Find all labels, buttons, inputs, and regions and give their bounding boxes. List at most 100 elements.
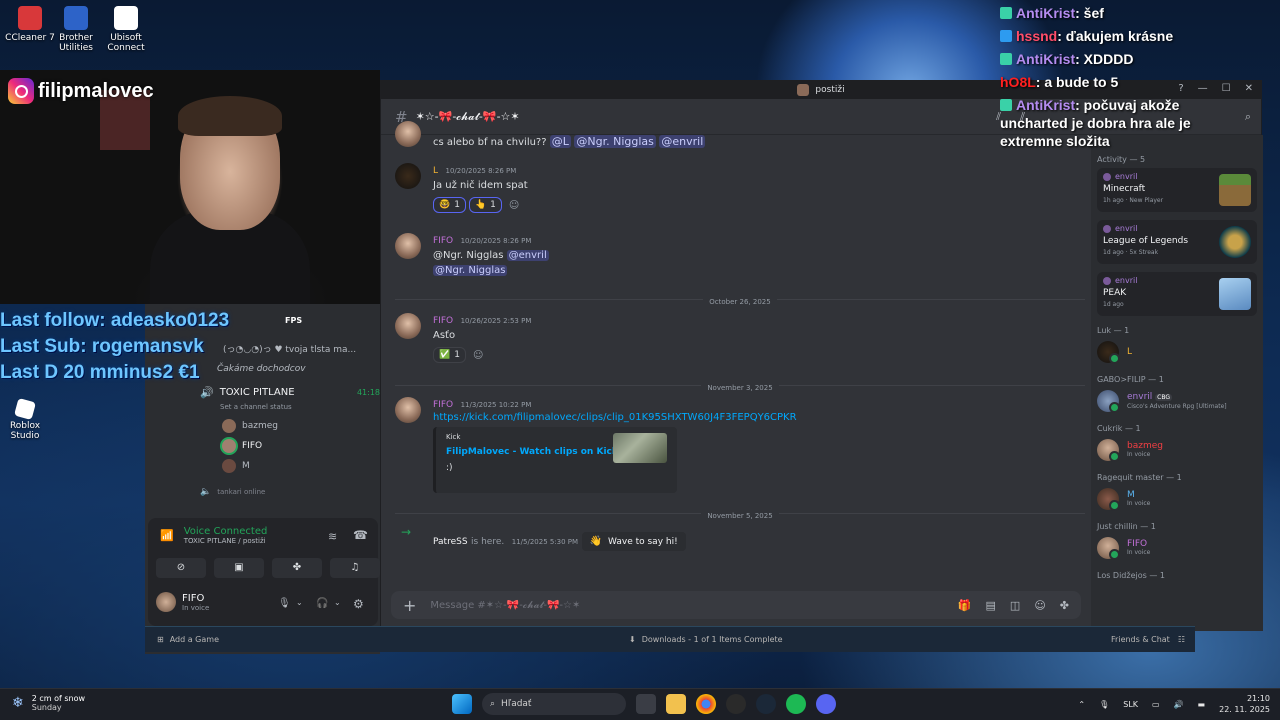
reaction[interactable]: ✅ 1 — [433, 347, 466, 363]
wave-button[interactable]: 👋 Wave to say hi! — [581, 532, 686, 551]
desktop-icon-label: Ubisoft Connect — [107, 33, 145, 53]
plus-icon[interactable]: ⊞ — [157, 635, 164, 644]
gif-icon[interactable]: ▤ — [986, 599, 996, 612]
mention[interactable]: @L — [549, 135, 571, 148]
member-activity: In voice — [1127, 451, 1151, 458]
avatar — [1097, 439, 1120, 462]
message-composer[interactable]: + Message #✶☆-🎀-𝓬𝓱𝓪𝓽-🎀-☆✶ 🎁 ▤ ◫ ☺ ✤ — [391, 591, 1081, 619]
message-link[interactable]: https://kick.com/filipmalovec/clips/clip… — [433, 412, 797, 423]
member-name-row: envril CBG — [1127, 392, 1227, 403]
chevron-down-icon[interactable]: ⌄ — [334, 598, 341, 607]
message-author[interactable]: FIFO — [433, 236, 453, 246]
gift-icon[interactable]: 🎁 — [958, 599, 972, 612]
avatar[interactable] — [156, 592, 176, 612]
language-indicator[interactable]: SLK — [1123, 700, 1138, 709]
task-view-icon[interactable] — [636, 694, 656, 714]
apps-icon[interactable]: ✤ — [1060, 599, 1069, 612]
emoji-icon[interactable]: ☺ — [1034, 599, 1045, 612]
voice-user-m[interactable]: M — [222, 459, 380, 473]
desktop-icon-roblox-studio[interactable]: Roblox Studio — [0, 397, 55, 441]
avatar[interactable] — [395, 121, 421, 147]
camera-off-button[interactable]: ⊘ — [156, 558, 206, 578]
file-explorer-icon[interactable] — [666, 694, 686, 714]
avatar[interactable] — [395, 397, 421, 423]
avatar[interactable] — [395, 233, 421, 259]
reaction[interactable]: 🤓 1 — [433, 197, 466, 213]
battery-icon[interactable]: ▬ — [1198, 700, 1206, 709]
start-menu-icon[interactable] — [452, 694, 472, 714]
add-reaction-icon[interactable]: ☺ — [473, 350, 483, 361]
message-input[interactable]: Message #✶☆-🎀-𝓬𝓱𝓪𝓽-🎀-☆✶ — [430, 600, 580, 611]
mention[interactable]: @Ngr. Nigglas — [574, 135, 656, 148]
soundboard-button[interactable]: ♫ — [330, 558, 380, 578]
mention[interactable]: @envril — [506, 250, 549, 261]
search-icon[interactable]: ⌕ — [1245, 110, 1251, 124]
add-reaction-icon[interactable]: ☺ — [509, 200, 519, 211]
voice-user-fifo[interactable]: FIFO — [222, 439, 380, 453]
close-button[interactable]: ✕ — [1245, 83, 1253, 94]
microphone-icon[interactable]: 🎙 — [278, 598, 291, 609]
reaction[interactable]: 👆 1 — [468, 197, 502, 213]
activity-card[interactable]: envril PEAK 1d ago — [1097, 272, 1257, 316]
microphone-icon[interactable]: 🎙 — [1099, 700, 1109, 709]
member-row[interactable]: M In voice — [1097, 486, 1257, 512]
discord-icon[interactable] — [816, 694, 836, 714]
chat-message: : a bude to 5 — [1035, 74, 1119, 90]
add-game-button[interactable]: Add a Game — [170, 635, 219, 644]
network-icon[interactable]: ▭ — [1152, 700, 1160, 709]
volume-icon[interactable]: 🔊 — [1174, 700, 1184, 709]
activity-card[interactable]: envril League of Legends 1d ago · 5x Str… — [1097, 220, 1257, 264]
chat-user: hssnd — [1016, 28, 1058, 44]
voice-channel-toxic-pitlane[interactable]: 🔊 TOXIC PITLANE 41:18 Set a channel stat… — [200, 386, 380, 497]
message-author[interactable]: FIFO — [433, 316, 453, 326]
message-author[interactable]: L — [433, 166, 438, 176]
embed-thumbnail[interactable] — [613, 433, 667, 463]
search-placeholder: Hľadať — [501, 699, 532, 709]
chrome-icon[interactable] — [696, 694, 716, 714]
headphones-icon[interactable]: 🎧 — [316, 598, 328, 609]
fps-text: FPS — [285, 316, 303, 325]
gear-icon[interactable]: ⚙ — [353, 597, 364, 611]
member-name: L — [1127, 347, 1133, 357]
voice-signal-icon: 📶 — [160, 529, 174, 542]
screenshare-button[interactable]: ▣ — [214, 558, 264, 578]
member-row[interactable]: FIFO In voice — [1097, 535, 1257, 561]
mention[interactable]: @envril — [659, 135, 706, 148]
avatar[interactable] — [395, 313, 421, 339]
steam-icon[interactable] — [756, 694, 776, 714]
taskbar-search[interactable]: ⌕ Hľadať — [482, 693, 626, 715]
link-embed[interactable]: Kick FilipMalovec - Watch clips on Kick … — [433, 427, 677, 493]
friends-icon[interactable]: ☷ — [1178, 635, 1185, 644]
activity-card[interactable]: envril Minecraft 1h ago · New Player — [1097, 168, 1257, 212]
member-row[interactable]: L — [1097, 339, 1257, 365]
desktop-icon-ubisoft[interactable]: Ubisoft Connect — [96, 6, 156, 53]
weather-widget[interactable]: ❄ 2 cm of snow Sunday — [12, 694, 85, 712]
member-row[interactable]: envril CBG Cisco's Adventure Rpg [Ultima… — [1097, 388, 1257, 414]
clock[interactable]: 21:10 22. 11. 2025 — [1219, 693, 1270, 715]
date-divider: November 5, 2025 — [395, 512, 1085, 527]
activities-button[interactable]: ✤ — [272, 558, 322, 578]
voice-user-bazmeg[interactable]: bazmeg — [222, 419, 380, 433]
downloads-status[interactable]: Downloads - 1 of 1 Items Complete — [642, 635, 783, 644]
message-author[interactable]: FIFO — [433, 400, 453, 410]
disconnect-icon[interactable]: ☎ — [353, 528, 368, 542]
plus-icon[interactable]: + — [403, 596, 416, 615]
activity-extra: 5x Streak — [1129, 249, 1159, 256]
mention[interactable]: @Ngr. Nigglas — [433, 265, 508, 276]
activity-time: 1d ago — [1103, 301, 1124, 308]
channel-name: ✶☆-🎀-𝓬𝓱𝓪𝓽-🎀-☆✶ — [415, 109, 520, 123]
friends-chat-button[interactable]: Friends & Chat — [1111, 635, 1170, 644]
activity-time: 1d ago — [1103, 249, 1124, 256]
spotify-icon[interactable] — [786, 694, 806, 714]
download-icon[interactable]: ⬇ — [629, 635, 636, 644]
message-author[interactable]: PatreSS — [433, 537, 468, 547]
avatar[interactable] — [395, 163, 421, 189]
obs-icon[interactable] — [726, 694, 746, 714]
chevron-up-icon[interactable]: ⌃ — [1078, 700, 1085, 709]
noise-suppression-icon[interactable]: ≋ — [328, 530, 337, 543]
sticker-icon[interactable]: ◫ — [1010, 599, 1020, 612]
member-row[interactable]: bazmeg In voice — [1097, 437, 1257, 463]
chevron-down-icon[interactable]: ⌄ — [296, 598, 303, 607]
voice-channel-tankari[interactable]: 🔈 tankari online — [200, 487, 380, 497]
set-channel-status[interactable]: Set a channel status — [220, 403, 380, 411]
